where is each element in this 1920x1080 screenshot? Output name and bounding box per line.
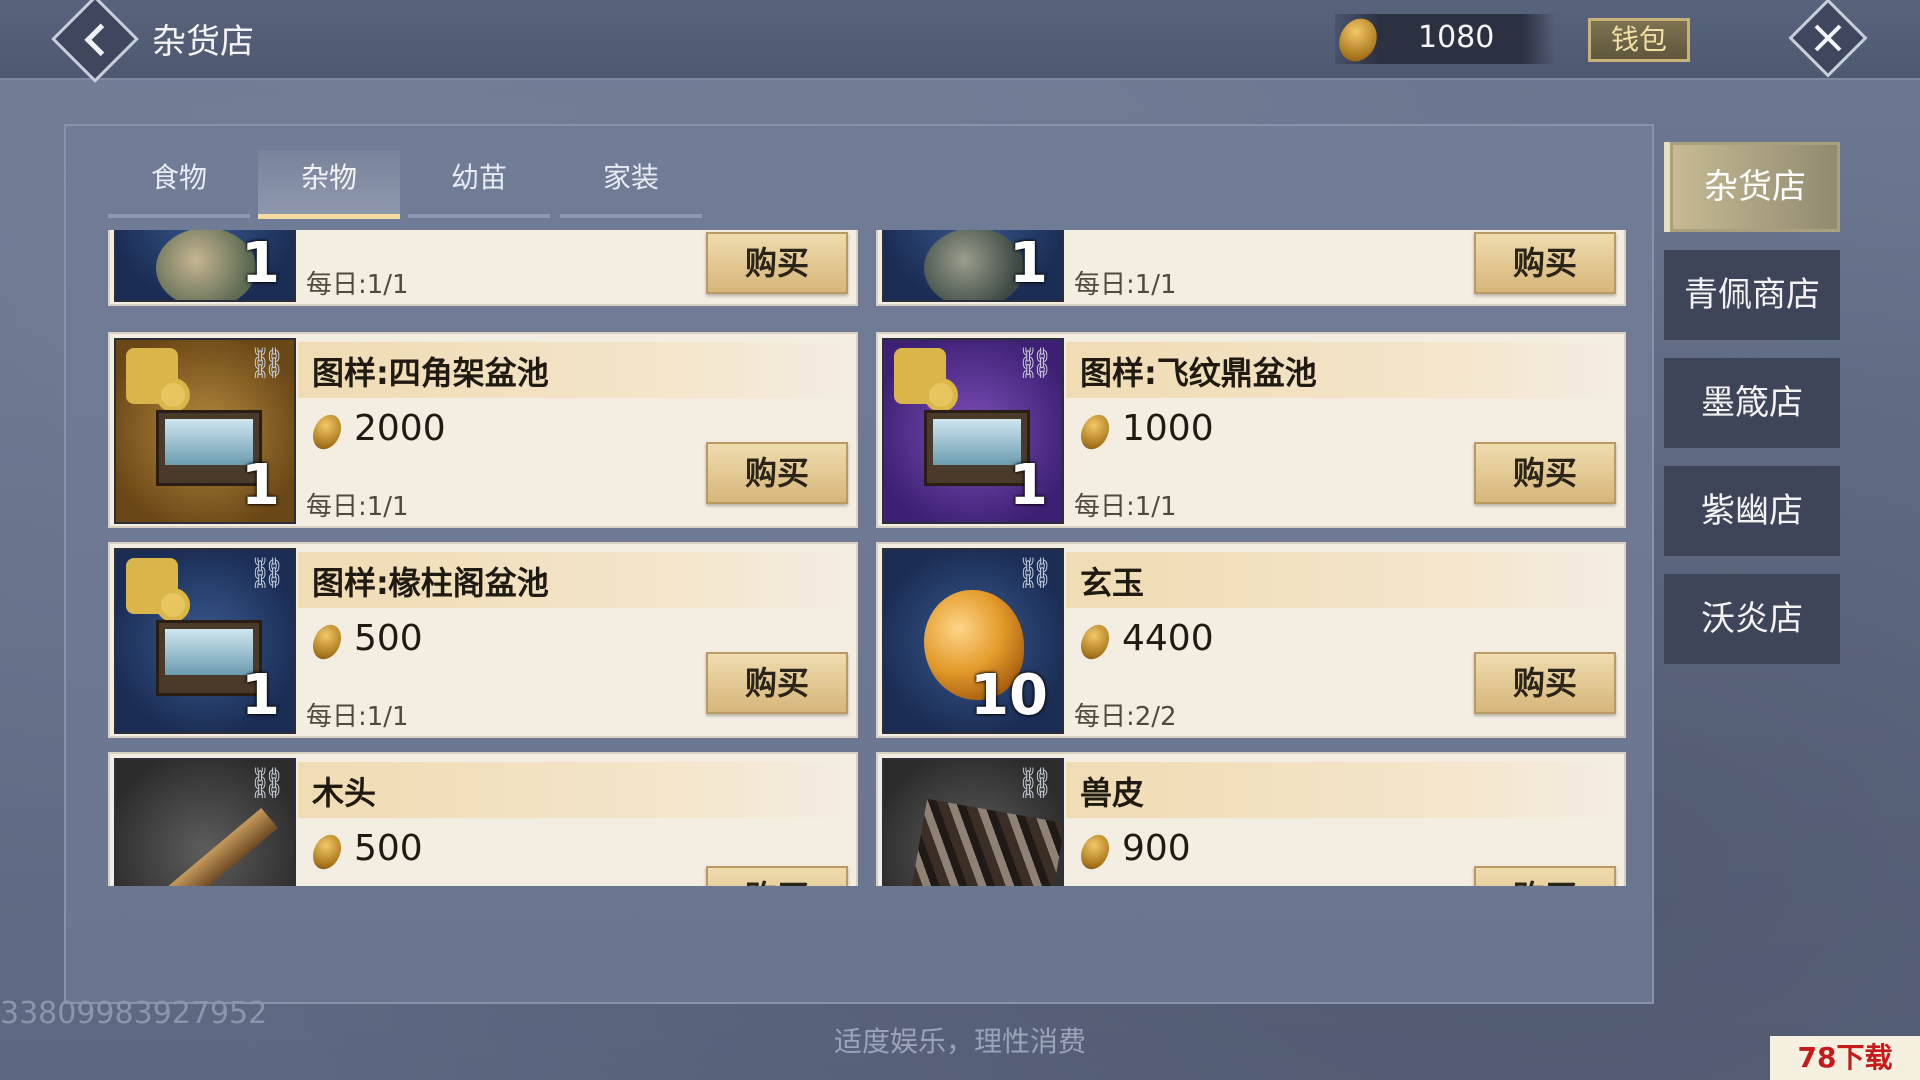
item-thumbnail[interactable]: ⛓ [114, 758, 296, 886]
item-thumbnail[interactable]: ⛓ 10 [882, 548, 1064, 734]
buy-button[interactable]: 购买 [1474, 442, 1616, 504]
item-grid: 1 每日:1/1 购买 1 每日:1/1 购买 ⛓ 1 图样:四角架盆池 200… [108, 230, 1626, 886]
sidebar-item-woyan[interactable]: 沃炎店 [1664, 574, 1840, 664]
item-thumbnail[interactable]: ⛓ [882, 758, 1064, 886]
item-thumbnail[interactable]: ⛓ 1 [114, 338, 296, 524]
blueprint-badge-icon [894, 348, 958, 412]
item-price: 500 [354, 618, 423, 659]
item-card: ⛓ 1 图样:椽柱阁盆池 500 每日:1/1 购买 [108, 542, 858, 738]
tab-furnishing[interactable]: 家装 [560, 150, 702, 218]
item-name: 图样:飞纹鼎盆池 [1080, 354, 1317, 392]
link-chain-icon: ⛓ [1015, 766, 1054, 801]
daily-limit: 每日:1/1 [306, 702, 409, 732]
link-chain-icon: ⛓ [1015, 346, 1054, 381]
coin-icon [307, 620, 347, 664]
item-price: 900 [1122, 828, 1191, 869]
top-bar: 杂货店 1080 钱包 [0, 0, 1920, 83]
buy-button[interactable]: 购买 [706, 442, 848, 504]
sidebar-item-ziyou[interactable]: 紫幽店 [1664, 466, 1840, 556]
coin-icon [1075, 620, 1115, 664]
item-thumbnail[interactable]: ⛓ 1 [882, 338, 1064, 524]
item-count: 1 [241, 663, 280, 728]
currency-value: 1080 [1418, 20, 1495, 55]
item-price: 1000 [1122, 408, 1214, 449]
item-price: 4400 [1122, 618, 1214, 659]
item-count: 1 [241, 231, 280, 296]
footer-note: 适度娱乐，理性消费 [833, 1025, 1086, 1058]
buy-button[interactable]: 购买 [1474, 232, 1616, 294]
link-chain-icon: ⛓ [247, 766, 286, 801]
back-arrow-icon [84, 23, 117, 57]
buy-button[interactable]: 购买 [706, 866, 848, 886]
coin-icon [307, 830, 347, 874]
hide-image [902, 798, 1062, 886]
tab-seedlings[interactable]: 幼苗 [408, 150, 550, 218]
item-count: 1 [1009, 453, 1048, 518]
blueprint-badge-icon [126, 348, 190, 412]
item-name: 图样:椽柱阁盆池 [312, 564, 549, 602]
item-name: 兽皮 [1080, 774, 1145, 812]
item-card: ⛓ 兽皮 900 购买 [876, 752, 1626, 886]
buy-button[interactable]: 购买 [1474, 652, 1616, 714]
item-price: 500 [354, 828, 423, 869]
coin-icon [307, 410, 347, 454]
item-thumbnail[interactable]: 1 [882, 230, 1064, 302]
item-count: 10 [970, 663, 1048, 728]
item-name: 图样:四角架盆池 [312, 354, 549, 392]
daily-limit: 每日:2/2 [1074, 702, 1177, 732]
tab-food[interactable]: 食物 [108, 150, 250, 218]
wallet-button[interactable]: 钱包 [1588, 18, 1690, 62]
link-chain-icon: ⛓ [247, 556, 286, 591]
daily-limit: 每日:1/1 [1074, 492, 1177, 522]
item-count: 1 [1009, 231, 1048, 296]
item-card: 1 每日:1/1 购买 [108, 230, 858, 306]
link-chain-icon: ⛓ [247, 346, 286, 381]
daily-limit: 每日:1/1 [306, 492, 409, 522]
item-card: 1 每日:1/1 购买 [876, 230, 1626, 306]
link-chain-icon: ⛓ [1015, 556, 1054, 591]
item-thumbnail[interactable]: ⛓ 1 [114, 548, 296, 734]
item-count: 1 [241, 453, 280, 518]
wood-image [154, 808, 278, 886]
back-button[interactable] [51, 0, 139, 83]
tab-misc[interactable]: 杂物 [258, 150, 400, 219]
daily-limit: 每日:1/1 [1074, 270, 1177, 300]
blueprint-badge-icon [126, 558, 190, 622]
buy-button[interactable]: 购买 [706, 232, 848, 294]
close-button[interactable] [1788, 0, 1868, 78]
item-thumbnail[interactable]: 1 [114, 230, 296, 302]
item-card: ⛓ 1 图样:四角架盆池 2000 每日:1/1 购买 [108, 332, 858, 528]
site-watermark: 78下载 [1770, 1036, 1920, 1080]
sidebar-item-qingpei[interactable]: 青佩商店 [1664, 250, 1840, 340]
item-price: 2000 [354, 408, 446, 449]
coin-icon [1075, 830, 1115, 874]
item-card: ⛓ 木头 500 购买 [108, 752, 858, 886]
item-name: 木头 [312, 774, 377, 812]
page-title: 杂货店 [152, 22, 254, 62]
buy-button[interactable]: 购买 [1474, 866, 1616, 886]
sidebar-item-mozhen[interactable]: 墨箴店 [1664, 358, 1840, 448]
item-card: ⛓ 1 图样:飞纹鼎盆池 1000 每日:1/1 购买 [876, 332, 1626, 528]
daily-limit: 每日:1/1 [306, 270, 409, 300]
coin-icon [1075, 410, 1115, 454]
item-name: 玄玉 [1080, 564, 1145, 602]
buy-button[interactable]: 购买 [706, 652, 848, 714]
sidebar-item-grocery[interactable]: 杂货店 [1664, 142, 1840, 232]
item-card: ⛓ 10 玄玉 4400 每日:2/2 购买 [876, 542, 1626, 738]
